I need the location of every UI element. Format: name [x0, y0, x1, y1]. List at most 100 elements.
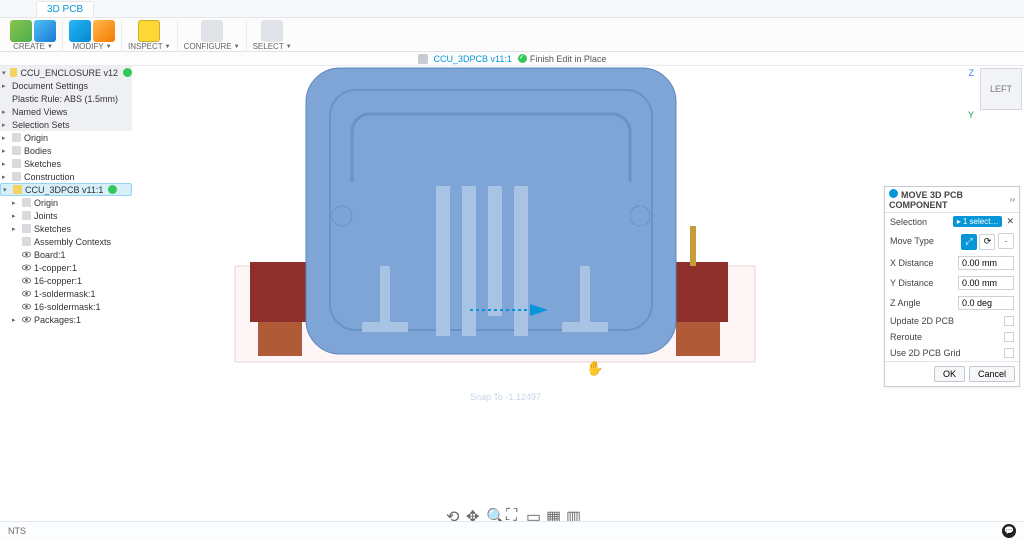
grid-view-icon[interactable]: ▦: [546, 507, 558, 519]
browser-node[interactable]: Board:1: [0, 248, 132, 261]
browser-node-label: 1-copper:1: [34, 263, 77, 273]
check-icon: [518, 54, 527, 63]
status-bar: NTS 💬: [0, 521, 1024, 539]
update2d-checkbox[interactable]: [1004, 316, 1014, 326]
browser-node[interactable]: ▸Sketches: [0, 157, 132, 170]
browser-node-label: Packages:1: [34, 315, 81, 325]
browser-node-label: Origin: [24, 133, 48, 143]
chevron-down-icon[interactable]: ▼: [106, 44, 112, 50]
cube-blue-icon[interactable]: [34, 20, 56, 42]
viewports-icon[interactable]: ▥: [566, 507, 578, 519]
browser-root[interactable]: ▾CCU_ENCLOSURE v12: [0, 66, 132, 79]
dialog-title-bar[interactable]: MOVE 3D PCB COMPONENT ››: [885, 187, 1019, 213]
browser-node[interactable]: Plastic Rule: ABS (1.5mm): [0, 92, 132, 105]
browser-node-label: Sketches: [24, 159, 61, 169]
folder-icon: [22, 224, 31, 233]
x-distance-input[interactable]: [958, 256, 1014, 270]
snap-tooltip: Snap To -1.12497: [470, 392, 541, 402]
browser-node[interactable]: 1-soldermask:1: [0, 287, 132, 300]
browser-node[interactable]: ▸Joints: [0, 209, 132, 222]
ribbon-label-modify[interactable]: MODIFY: [72, 42, 103, 51]
finish-edit-pill[interactable]: Finish Edit in Place: [518, 54, 607, 64]
browser-node[interactable]: ▸Packages:1: [0, 313, 132, 326]
folder-icon: [12, 133, 21, 142]
eye-icon[interactable]: [22, 250, 31, 259]
chevron-down-icon[interactable]: ▼: [234, 44, 240, 50]
folder-icon: [22, 198, 31, 207]
comments-icon[interactable]: 💬: [1002, 524, 1016, 538]
browser-node[interactable]: 16-soldermask:1: [0, 300, 132, 313]
reroute-checkbox[interactable]: [1004, 332, 1014, 342]
warp-icon[interactable]: [69, 20, 91, 42]
y-label: Y Distance: [890, 278, 933, 288]
finish-edit-label: Finish Edit in Place: [530, 54, 607, 64]
browser-node[interactable]: ▸Sketches: [0, 222, 132, 235]
eye-icon[interactable]: [22, 315, 31, 324]
browser-node[interactable]: 1-copper:1: [0, 261, 132, 274]
move-3d-pcb-dialog: MOVE 3D PCB COMPONENT ›› Selection ▸1 se…: [884, 186, 1020, 387]
chevron-down-icon[interactable]: ▼: [47, 44, 53, 50]
gear-icon[interactable]: [201, 20, 223, 42]
clear-selection-icon[interactable]: ✕: [1006, 216, 1014, 226]
eye-icon[interactable]: [22, 289, 31, 298]
browser-node[interactable]: ▸Document Settings: [0, 79, 132, 92]
orbit-icon[interactable]: ⟲: [446, 507, 458, 519]
axis-y-label: Y: [968, 110, 974, 120]
component-icon: [13, 185, 22, 194]
ok-button[interactable]: OK: [934, 366, 965, 382]
ruler-icon[interactable]: [138, 20, 160, 42]
grid-label: Use 2D PCB Grid: [890, 348, 961, 358]
ribbon-group-inspect: INSPECT▼: [122, 20, 178, 52]
eye-icon[interactable]: [22, 302, 31, 311]
chevron-down-icon[interactable]: ▼: [286, 44, 292, 50]
cube-green-icon[interactable]: [10, 20, 32, 42]
dialog-title: MOVE 3D PCB COMPONENT: [889, 190, 963, 210]
browser-node-label: Named Views: [12, 107, 67, 117]
browser-node[interactable]: ▸Named Views: [0, 105, 132, 118]
browser-active-label: CCU_3DPCB v11:1: [25, 185, 103, 195]
ribbon-label-configure[interactable]: CONFIGURE: [184, 42, 232, 51]
cursor-icon: ▸: [957, 217, 961, 226]
ribbon-label-create[interactable]: CREATE: [13, 42, 45, 51]
dialog-row-selection: Selection ▸1 select…✕: [885, 213, 1019, 230]
dialog-expand-icon[interactable]: ››: [1010, 195, 1015, 204]
y-distance-input[interactable]: [958, 276, 1014, 290]
movetype-translate-button[interactable]: ⤢: [961, 234, 977, 250]
ribbon-label-inspect[interactable]: INSPECT: [128, 42, 163, 51]
ribbon-label-select[interactable]: SELECT: [253, 42, 284, 51]
browser-node[interactable]: ▸Selection Sets: [0, 118, 132, 131]
cancel-button[interactable]: Cancel: [969, 366, 1015, 382]
browser-node[interactable]: ▸Bodies: [0, 144, 132, 157]
ribbon-tab-3dpcb[interactable]: 3D PCB: [36, 1, 94, 17]
component-icon: [10, 68, 17, 77]
folder-icon: [22, 237, 31, 246]
eye-icon[interactable]: [22, 276, 31, 285]
grid-checkbox[interactable]: [1004, 348, 1014, 358]
browser-node[interactable]: ▸Origin: [0, 131, 132, 144]
move-icon[interactable]: [93, 20, 115, 42]
browser-active-component[interactable]: ▾CCU_3DPCB v11:1: [0, 183, 132, 196]
browser-node[interactable]: 16-copper:1: [0, 274, 132, 287]
browser-node[interactable]: Assembly Contexts: [0, 235, 132, 248]
selection-chip[interactable]: ▸1 select…: [953, 216, 1003, 227]
browser-node[interactable]: ▸Construction: [0, 170, 132, 183]
sync-ok-icon: [108, 185, 117, 194]
3d-canvas[interactable]: Snap To -1.12497 ✋ LEFT Z Y: [0, 66, 1024, 521]
viewcube[interactable]: LEFT: [980, 68, 1022, 110]
hand-cursor-icon: ✋: [586, 360, 603, 377]
folder-icon: [22, 211, 31, 220]
fit-icon[interactable]: ⛶: [506, 507, 518, 519]
zoom-icon[interactable]: 🔍: [486, 507, 498, 519]
z-angle-input[interactable]: [958, 296, 1014, 310]
browser-node-label: Bodies: [24, 146, 52, 156]
chevron-down-icon[interactable]: ▼: [165, 44, 171, 50]
eye-icon[interactable]: [22, 263, 31, 272]
display-icon[interactable]: ▭: [526, 507, 538, 519]
cursor-icon[interactable]: [261, 20, 283, 42]
browser-node[interactable]: ▸Origin: [0, 196, 132, 209]
update2d-label: Update 2D PCB: [890, 316, 954, 326]
movetype-rotate-button[interactable]: ⟳: [979, 234, 995, 250]
movetype-point-button[interactable]: ·: [998, 233, 1014, 249]
breadcrumb-link[interactable]: CCU_3DPCB v11:1: [434, 54, 512, 64]
pan-icon[interactable]: ✥: [466, 507, 478, 519]
